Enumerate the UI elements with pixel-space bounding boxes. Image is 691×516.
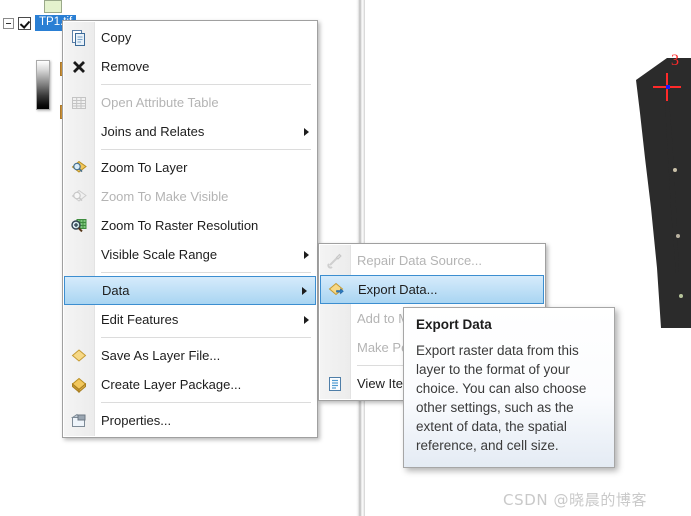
menu-item-zoom-to-raster-resolution[interactable]: Zoom To Raster Resolution (63, 211, 317, 240)
menu-item-data[interactable]: Data (64, 276, 316, 305)
menu-separator (101, 402, 311, 403)
point-number-label: 3 (671, 52, 679, 69)
export-data-tooltip: Export Data Export raster data from this… (403, 307, 615, 468)
chevron-right-icon (304, 315, 309, 324)
menu-item-create-layer-package[interactable]: Create Layer Package... (63, 370, 317, 399)
arcmap-window: TP1.tif 3 CSDN @晓晨的博客 Copy Remove Open A… (0, 0, 691, 516)
chevron-right-icon (304, 127, 309, 136)
layer-visibility-checkbox[interactable] (18, 16, 31, 30)
layer-symbol-swatch (44, 0, 62, 13)
menu-item-label: Create Layer Package... (101, 377, 242, 392)
menu-item-label: Zoom To Make Visible (101, 189, 229, 204)
menu-item-copy[interactable]: Copy (63, 23, 317, 52)
chevron-right-icon (302, 286, 307, 295)
table-icon (70, 94, 88, 112)
export-data-icon (328, 281, 346, 299)
menu-item-label: Properties... (101, 413, 172, 428)
submenu-item-repair-data-source: Repair Data Source... (319, 246, 545, 275)
menu-item-open-attribute-table: Open Attribute Table (63, 88, 317, 117)
raster-color-ramp (36, 60, 50, 110)
menu-item-label: Open Attribute Table (101, 95, 219, 110)
expand-collapse-icon[interactable] (3, 17, 14, 29)
selected-point-crosshair (653, 73, 681, 101)
menu-item-label: Joins and Relates (101, 124, 205, 139)
menu-item-properties[interactable]: Properties... (63, 406, 317, 435)
layer-file-icon (70, 347, 88, 365)
menu-item-label: Edit Features (101, 312, 179, 327)
menu-item-zoom-to-make-visible: Zoom To Make Visible (63, 182, 317, 211)
item-description-icon (326, 375, 344, 393)
menu-item-remove[interactable]: Remove (63, 52, 317, 81)
menu-item-zoom-to-layer[interactable]: Zoom To Layer (63, 153, 317, 182)
menu-item-joins-and-relates[interactable]: Joins and Relates (63, 117, 317, 146)
zoom-layer-icon (70, 159, 88, 177)
menu-item-label: Copy (101, 30, 132, 45)
properties-icon (70, 412, 88, 430)
menu-item-label: Remove (101, 59, 150, 74)
zoom-raster-icon (70, 217, 88, 235)
submenu-item-label: Export Data... (358, 282, 438, 297)
menu-item-edit-features[interactable]: Edit Features (63, 305, 317, 334)
menu-separator (101, 272, 311, 273)
menu-item-label: Zoom To Layer (101, 160, 188, 175)
menu-item-label: Zoom To Raster Resolution (101, 218, 259, 233)
tooltip-title: Export Data (416, 317, 492, 332)
submenu-item-label: Repair Data Source... (357, 253, 483, 268)
menu-item-label: Visible Scale Range (101, 247, 218, 262)
csdn-watermark: CSDN @晓晨的博客 (503, 491, 648, 509)
layer-context-menu: Copy Remove Open Attribute Table Joins a… (62, 20, 318, 438)
copy-icon (70, 29, 88, 47)
menu-separator (101, 84, 311, 85)
zoom-visible-icon (70, 188, 88, 206)
menu-item-label: Data (102, 283, 130, 298)
remove-x-icon (70, 58, 88, 76)
submenu-item-export-data[interactable]: Export Data... (320, 275, 544, 304)
menu-item-save-as-layer-file[interactable]: Save As Layer File... (63, 341, 317, 370)
crosshair-center-dot (666, 85, 670, 89)
menu-separator (101, 337, 311, 338)
tooltip-body: Export raster data from this layer to th… (416, 343, 587, 453)
repair-wrench-icon (326, 252, 344, 270)
layer-package-icon (70, 376, 88, 394)
menu-item-visible-scale-range[interactable]: Visible Scale Range (63, 240, 317, 269)
menu-item-label: Save As Layer File... (101, 348, 221, 363)
chevron-right-icon (304, 250, 309, 259)
menu-separator (101, 149, 311, 150)
